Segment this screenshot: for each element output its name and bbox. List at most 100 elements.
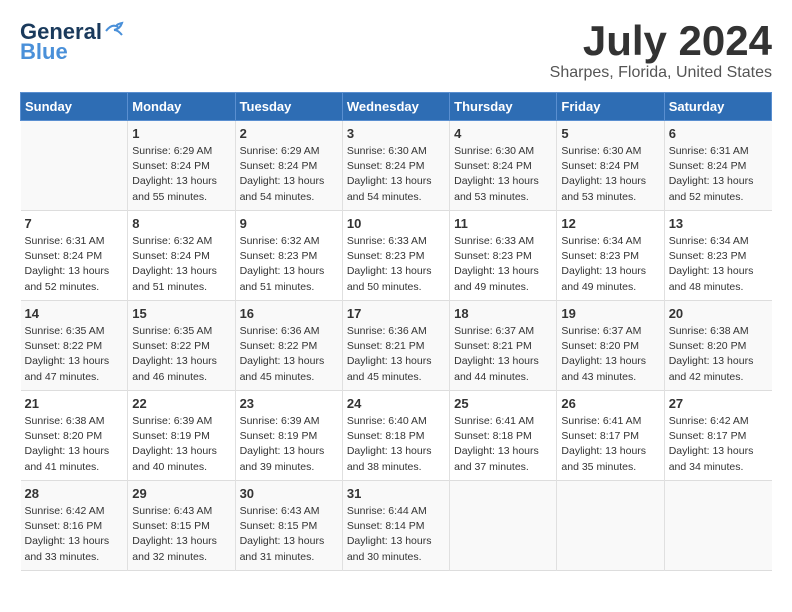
calendar-cell: 7 Sunrise: 6:31 AM Sunset: 8:24 PM Daylig… bbox=[21, 211, 128, 301]
calendar-cell: 4 Sunrise: 6:30 AM Sunset: 8:24 PM Daylig… bbox=[450, 121, 557, 211]
calendar-cell: 22 Sunrise: 6:39 AM Sunset: 8:19 PM Dayli… bbox=[128, 391, 235, 481]
calendar-cell: 30 Sunrise: 6:43 AM Sunset: 8:15 PM Dayli… bbox=[235, 481, 342, 571]
calendar-cell: 8Sunrise: 6:32 AM Sunset: 8:24 PM Daylig… bbox=[128, 211, 235, 301]
day-info: Sunrise: 6:35 AM Sunset: 8:22 PM Dayligh… bbox=[25, 324, 124, 385]
day-info: Sunrise: 6:35 AM Sunset: 8:22 PM Dayligh… bbox=[132, 324, 230, 385]
title-section: July 2024 Sharpes, Florida, United State… bbox=[550, 20, 772, 82]
logo-bird-icon bbox=[104, 21, 126, 39]
day-info: Sunrise: 6:39 AM Sunset: 8:19 PM Dayligh… bbox=[132, 414, 230, 475]
calendar-cell: 1 Sunrise: 6:29 AM Sunset: 8:24 PM Daylig… bbox=[128, 121, 235, 211]
week-row-4: 21 Sunrise: 6:38 AM Sunset: 8:20 PM Dayli… bbox=[21, 391, 772, 481]
day-number: 18 bbox=[454, 306, 552, 321]
day-number: 9 bbox=[240, 216, 338, 231]
calendar-cell: 14 Sunrise: 6:35 AM Sunset: 8:22 PM Dayli… bbox=[21, 301, 128, 391]
calendar-cell: 31 Sunrise: 6:44 AM Sunset: 8:14 PM Dayli… bbox=[342, 481, 449, 571]
day-info: Sunrise: 6:29 AM Sunset: 8:24 PM Dayligh… bbox=[132, 144, 230, 205]
day-number: 28 bbox=[25, 486, 124, 501]
day-number: 19 bbox=[561, 306, 659, 321]
location-title: Sharpes, Florida, United States bbox=[550, 64, 772, 82]
calendar-cell: 10 Sunrise: 6:33 AM Sunset: 8:23 PM Dayli… bbox=[342, 211, 449, 301]
day-number: 13 bbox=[669, 216, 768, 231]
header-sunday: Sunday bbox=[21, 93, 128, 121]
month-title: July 2024 bbox=[550, 20, 772, 62]
day-number: 2 bbox=[240, 126, 338, 141]
day-number: 16 bbox=[240, 306, 338, 321]
day-number: 26 bbox=[561, 396, 659, 411]
calendar-cell: 12 Sunrise: 6:34 AM Sunset: 8:23 PM Dayli… bbox=[557, 211, 664, 301]
day-number: 7 bbox=[25, 216, 124, 231]
calendar-cell: 15 Sunrise: 6:35 AM Sunset: 8:22 PM Dayli… bbox=[128, 301, 235, 391]
day-info: Sunrise: 6:31 AM Sunset: 8:24 PM Dayligh… bbox=[25, 234, 124, 295]
day-number: 6 bbox=[669, 126, 768, 141]
calendar-cell bbox=[557, 481, 664, 571]
calendar-cell: 9Sunrise: 6:32 AM Sunset: 8:23 PM Daylig… bbox=[235, 211, 342, 301]
day-number: 30 bbox=[240, 486, 338, 501]
day-number: 1 bbox=[132, 126, 230, 141]
calendar-header: SundayMondayTuesdayWednesdayThursdayFrid… bbox=[21, 93, 772, 121]
calendar-cell: 24Sunrise: 6:40 AM Sunset: 8:18 PM Dayli… bbox=[342, 391, 449, 481]
day-number: 27 bbox=[669, 396, 768, 411]
day-number: 15 bbox=[132, 306, 230, 321]
day-info: Sunrise: 6:42 AM Sunset: 8:16 PM Dayligh… bbox=[25, 504, 124, 565]
calendar-cell: 16 Sunrise: 6:36 AM Sunset: 8:22 PM Dayli… bbox=[235, 301, 342, 391]
day-info: Sunrise: 6:31 AM Sunset: 8:24 PM Dayligh… bbox=[669, 144, 768, 205]
calendar-cell: 23 Sunrise: 6:39 AM Sunset: 8:19 PM Dayli… bbox=[235, 391, 342, 481]
day-info: Sunrise: 6:43 AM Sunset: 8:15 PM Dayligh… bbox=[240, 504, 338, 565]
calendar-cell: 18 Sunrise: 6:37 AM Sunset: 8:21 PM Dayli… bbox=[450, 301, 557, 391]
calendar-cell: 13Sunrise: 6:34 AM Sunset: 8:23 PM Dayli… bbox=[664, 211, 771, 301]
logo-blue: Blue bbox=[20, 40, 68, 64]
calendar-cell: 27Sunrise: 6:42 AM Sunset: 8:17 PM Dayli… bbox=[664, 391, 771, 481]
calendar-cell: 28 Sunrise: 6:42 AM Sunset: 8:16 PM Dayli… bbox=[21, 481, 128, 571]
day-number: 5 bbox=[561, 126, 659, 141]
header: General Blue July 2024 Sharpes, Florida,… bbox=[20, 20, 772, 82]
calendar-cell: 6 Sunrise: 6:31 AM Sunset: 8:24 PM Daylig… bbox=[664, 121, 771, 211]
day-info: Sunrise: 6:30 AM Sunset: 8:24 PM Dayligh… bbox=[347, 144, 445, 205]
day-number: 25 bbox=[454, 396, 552, 411]
day-info: Sunrise: 6:38 AM Sunset: 8:20 PM Dayligh… bbox=[25, 414, 124, 475]
header-monday: Monday bbox=[128, 93, 235, 121]
day-info: Sunrise: 6:33 AM Sunset: 8:23 PM Dayligh… bbox=[347, 234, 445, 295]
day-number: 3 bbox=[347, 126, 445, 141]
day-info: Sunrise: 6:41 AM Sunset: 8:17 PM Dayligh… bbox=[561, 414, 659, 475]
calendar-cell: 5Sunrise: 6:30 AM Sunset: 8:24 PM Daylig… bbox=[557, 121, 664, 211]
day-number: 22 bbox=[132, 396, 230, 411]
day-info: Sunrise: 6:30 AM Sunset: 8:24 PM Dayligh… bbox=[454, 144, 552, 205]
calendar-cell: 29 Sunrise: 6:43 AM Sunset: 8:15 PM Dayli… bbox=[128, 481, 235, 571]
day-info: Sunrise: 6:33 AM Sunset: 8:23 PM Dayligh… bbox=[454, 234, 552, 295]
day-number: 31 bbox=[347, 486, 445, 501]
calendar-cell: 11 Sunrise: 6:33 AM Sunset: 8:23 PM Dayli… bbox=[450, 211, 557, 301]
day-number: 12 bbox=[561, 216, 659, 231]
week-row-3: 14 Sunrise: 6:35 AM Sunset: 8:22 PM Dayli… bbox=[21, 301, 772, 391]
week-row-2: 7 Sunrise: 6:31 AM Sunset: 8:24 PM Daylig… bbox=[21, 211, 772, 301]
calendar-cell: 21 Sunrise: 6:38 AM Sunset: 8:20 PM Dayli… bbox=[21, 391, 128, 481]
day-number: 11 bbox=[454, 216, 552, 231]
day-info: Sunrise: 6:43 AM Sunset: 8:15 PM Dayligh… bbox=[132, 504, 230, 565]
calendar-cell bbox=[450, 481, 557, 571]
day-info: Sunrise: 6:37 AM Sunset: 8:20 PM Dayligh… bbox=[561, 324, 659, 385]
calendar-cell: 25Sunrise: 6:41 AM Sunset: 8:18 PM Dayli… bbox=[450, 391, 557, 481]
day-number: 23 bbox=[240, 396, 338, 411]
day-number: 17 bbox=[347, 306, 445, 321]
day-number: 10 bbox=[347, 216, 445, 231]
header-row: SundayMondayTuesdayWednesdayThursdayFrid… bbox=[21, 93, 772, 121]
day-number: 14 bbox=[25, 306, 124, 321]
calendar-cell: 20Sunrise: 6:38 AM Sunset: 8:20 PM Dayli… bbox=[664, 301, 771, 391]
day-number: 4 bbox=[454, 126, 552, 141]
day-info: Sunrise: 6:34 AM Sunset: 8:23 PM Dayligh… bbox=[561, 234, 659, 295]
day-info: Sunrise: 6:39 AM Sunset: 8:19 PM Dayligh… bbox=[240, 414, 338, 475]
calendar-cell: 19 Sunrise: 6:37 AM Sunset: 8:20 PM Dayli… bbox=[557, 301, 664, 391]
day-info: Sunrise: 6:37 AM Sunset: 8:21 PM Dayligh… bbox=[454, 324, 552, 385]
logo: General Blue bbox=[20, 20, 126, 64]
day-info: Sunrise: 6:36 AM Sunset: 8:22 PM Dayligh… bbox=[240, 324, 338, 385]
day-number: 29 bbox=[132, 486, 230, 501]
calendar-cell: 17Sunrise: 6:36 AM Sunset: 8:21 PM Dayli… bbox=[342, 301, 449, 391]
header-tuesday: Tuesday bbox=[235, 93, 342, 121]
day-info: Sunrise: 6:32 AM Sunset: 8:24 PM Dayligh… bbox=[132, 234, 230, 295]
calendar-cell bbox=[664, 481, 771, 571]
day-number: 21 bbox=[25, 396, 124, 411]
day-info: Sunrise: 6:29 AM Sunset: 8:24 PM Dayligh… bbox=[240, 144, 338, 205]
header-thursday: Thursday bbox=[450, 93, 557, 121]
calendar-body: 1 Sunrise: 6:29 AM Sunset: 8:24 PM Daylig… bbox=[21, 121, 772, 571]
day-info: Sunrise: 6:44 AM Sunset: 8:14 PM Dayligh… bbox=[347, 504, 445, 565]
header-saturday: Saturday bbox=[664, 93, 771, 121]
